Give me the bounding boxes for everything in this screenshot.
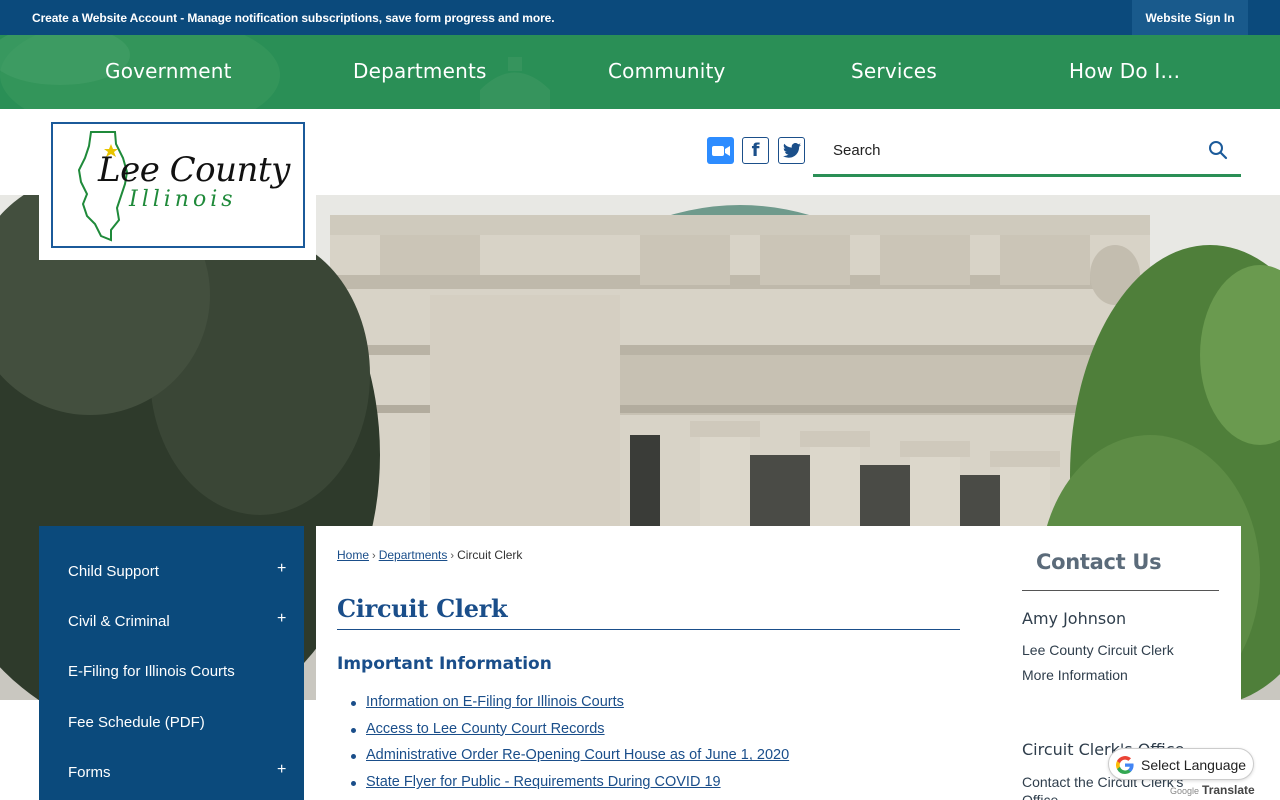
logo-state-text: Illinois xyxy=(129,187,237,212)
main-navigation: Government Departments Community Service… xyxy=(0,35,1280,109)
google-icon xyxy=(1116,756,1134,774)
google-wordmark: Google xyxy=(1170,786,1200,796)
breadcrumb-departments[interactable]: Departments xyxy=(379,548,448,562)
page-title: Circuit Clerk xyxy=(337,594,508,623)
site-logo[interactable]: Lee County Illinois xyxy=(39,109,316,260)
breadcrumb-home[interactable]: Home xyxy=(337,548,369,562)
nav-how-do-i[interactable]: How Do I... xyxy=(1069,59,1180,83)
contact-role: Lee County Circuit Clerk xyxy=(1022,642,1174,658)
sidebar-item-label: E-Filing for Illinois Courts xyxy=(68,663,235,680)
breadcrumb-current: Circuit Clerk xyxy=(457,548,523,562)
search-box xyxy=(813,124,1241,177)
list-item: Administrative Order Re-Opening Court Ho… xyxy=(350,747,789,774)
select-language-dropdown[interactable]: Select Language xyxy=(1108,748,1254,780)
sidebar-item-fee-schedule[interactable]: Fee Schedule (PDF) xyxy=(39,697,304,747)
sidebar-nav: Child Support + Civil & Criminal + E-Fil… xyxy=(39,526,304,800)
sidebar-item-forms[interactable]: Forms + xyxy=(39,747,304,797)
sidebar-item-e-filing[interactable]: E-Filing for Illinois Courts xyxy=(39,646,304,696)
link-administrative-order[interactable]: Administrative Order Re-Opening Court Ho… xyxy=(366,747,789,763)
list-item: Information on E-Filing for Illinois Cou… xyxy=(350,694,789,721)
logo-frame: Lee County Illinois xyxy=(51,122,305,248)
top-utility-bar: Create a Website Account - Manage notifi… xyxy=(0,0,1280,35)
link-court-records[interactable]: Access to Lee County Court Records xyxy=(366,721,605,737)
main-content: Home › Departments › Circuit Clerk Circuit C… xyxy=(316,526,1241,800)
breadcrumb-separator: › xyxy=(450,550,455,562)
more-information-link[interactable]: More Information xyxy=(1022,667,1128,683)
nav-community[interactable]: Community xyxy=(608,59,726,83)
select-language-label: Select Language xyxy=(1141,757,1247,773)
nav-departments[interactable]: Departments xyxy=(353,59,487,83)
expand-icon[interactable]: + xyxy=(277,560,286,578)
contact-divider xyxy=(1022,590,1219,591)
sidebar-item-label: Fee Schedule (PDF) xyxy=(68,714,205,731)
contact-us-heading: Contact Us xyxy=(1036,550,1162,574)
expand-icon[interactable]: + xyxy=(277,610,286,628)
link-state-flyer[interactable]: State Flyer for Public - Requirements Du… xyxy=(366,774,721,790)
sidebar-item-label: Civil & Criminal xyxy=(68,613,170,630)
sidebar-item-label: Forms xyxy=(68,764,111,781)
logo-county-text: Lee County xyxy=(98,150,290,190)
nav-services[interactable]: Services xyxy=(851,59,937,83)
nav-government[interactable]: Government xyxy=(105,59,232,83)
account-message: Create a Website Account - Manage notifi… xyxy=(32,11,555,25)
section-heading: Important Information xyxy=(337,654,552,674)
search-icon[interactable] xyxy=(1208,140,1228,160)
link-e-filing-info[interactable]: Information on E-Filing for Illinois Cou… xyxy=(366,694,624,710)
sidebar-item-civil-criminal[interactable]: Civil & Criminal + xyxy=(39,596,304,646)
important-links-list: Information on E-Filing for Illinois Cou… xyxy=(350,694,789,800)
facebook-icon[interactable]: f xyxy=(742,137,769,164)
powered-by-google-translate: Google Translate xyxy=(1170,783,1255,797)
list-item: State Flyer for Public - Requirements Du… xyxy=(350,774,789,800)
search-input[interactable] xyxy=(833,138,1193,162)
expand-icon[interactable]: + xyxy=(277,761,286,779)
sidebar-item-child-support[interactable]: Child Support + xyxy=(39,546,304,596)
contact-name: Amy Johnson xyxy=(1022,609,1127,628)
list-item: Access to Lee County Court Records xyxy=(350,721,789,748)
twitter-icon[interactable] xyxy=(778,137,805,164)
breadcrumb-separator: › xyxy=(372,550,376,562)
zoom-icon[interactable] xyxy=(707,137,734,164)
account-message-text: - Manage notification subscriptions, sav… xyxy=(176,11,555,25)
create-account-link[interactable]: Create a Website Account xyxy=(32,11,177,25)
website-sign-in-button[interactable]: Website Sign In xyxy=(1132,0,1248,35)
breadcrumb: Home › Departments › Circuit Clerk xyxy=(337,548,522,562)
title-divider xyxy=(337,629,960,630)
translate-wordmark: Translate xyxy=(1202,783,1255,797)
sidebar-item-label: Child Support xyxy=(68,563,159,580)
